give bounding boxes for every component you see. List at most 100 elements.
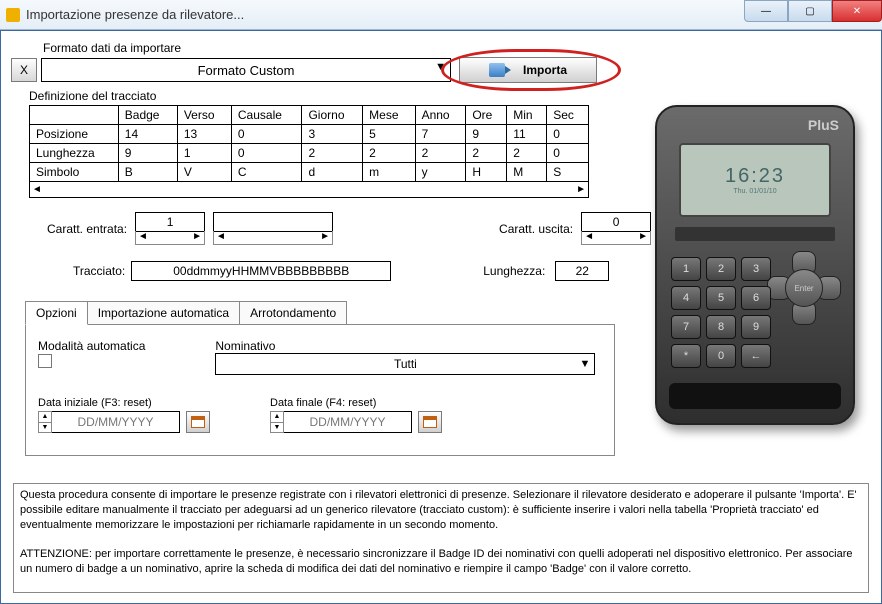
tracciato-table[interactable]: BadgeVersoCausaleGiornoMeseAnnoOreMinSec… <box>29 105 589 182</box>
data-finale-calendar-button[interactable] <box>418 411 442 433</box>
nominativo-select[interactable]: Tutti ▼ <box>215 353 595 375</box>
modalita-automatica-label: Modalità automatica <box>38 339 145 353</box>
table-cell[interactable]: H <box>466 163 507 182</box>
table-cell[interactable]: 11 <box>507 125 547 144</box>
table-cell[interactable]: 7 <box>415 125 466 144</box>
format-label: Formato dati da importare <box>43 41 871 55</box>
device-bar <box>675 227 835 241</box>
info-paragraph-2: ATTENZIONE: per importare correttamente … <box>20 547 862 577</box>
caratt-entrata-aux[interactable] <box>213 212 333 232</box>
tracciato-value: 00ddmmyyHHMMVBBBBBBBBB <box>131 261 391 281</box>
data-iniziale-calendar-button[interactable] <box>186 411 210 433</box>
table-cell[interactable]: 9 <box>118 144 177 163</box>
caratt-entrata-label: Caratt. entrata: <box>47 222 127 236</box>
chevron-down-icon: ▼ <box>580 358 591 370</box>
tab-arrotondamento[interactable]: Arrotondamento <box>239 301 347 325</box>
tab-importazione-automatica[interactable]: Importazione automatica <box>87 301 240 325</box>
device-key: 0 <box>706 344 736 368</box>
caratt-entrata-aux-scrollbar[interactable]: ◄► <box>213 231 333 245</box>
tracciato-label: Tracciato: <box>73 264 125 278</box>
device-keypad: 123456789*0← <box>671 257 771 368</box>
device-illustration: PluS 16:23 Thu. 01/01/10 Enter 123456789… <box>655 105 855 425</box>
caratt-entrata-scrollbar[interactable]: ◄► <box>135 231 205 245</box>
device-key: * <box>671 344 701 368</box>
device-screen: 16:23 Thu. 01/01/10 <box>679 143 831 217</box>
data-finale-input[interactable]: DD/MM/YYYY <box>284 411 412 433</box>
device-key: 2 <box>706 257 736 281</box>
table-cell[interactable]: 0 <box>231 144 302 163</box>
table-cell[interactable]: 5 <box>363 125 415 144</box>
table-cell[interactable]: 0 <box>547 125 589 144</box>
table-cell[interactable]: d <box>302 163 363 182</box>
tab-panel-opzioni: Modalità automatica Nominativo Tutti ▼ D… <box>25 324 615 456</box>
table-header: Sec <box>547 106 589 125</box>
device-key: 3 <box>741 257 771 281</box>
scroll-left-icon[interactable]: ◄ <box>32 184 42 195</box>
tab-opzioni[interactable]: Opzioni <box>25 301 88 325</box>
scroll-right-icon[interactable]: ► <box>576 184 586 195</box>
table-cell[interactable]: 13 <box>177 125 231 144</box>
caratt-uscita-scrollbar[interactable]: ◄► <box>581 231 651 245</box>
device-brand: PluS <box>808 117 839 133</box>
device-time: 16:23 <box>725 165 785 188</box>
table-cell[interactable]: 1 <box>177 144 231 163</box>
lunghezza-value: 22 <box>555 261 609 281</box>
device-date: Thu. 01/01/10 <box>733 188 776 195</box>
table-cell[interactable]: y <box>415 163 466 182</box>
table-header: Ore <box>466 106 507 125</box>
table-cell[interactable]: 2 <box>466 144 507 163</box>
table-cell[interactable]: B <box>118 163 177 182</box>
caratt-uscita-input[interactable]: 0 <box>581 212 651 232</box>
modalita-automatica-checkbox[interactable] <box>38 354 52 368</box>
data-finale-spinner[interactable]: ▲▼ <box>270 411 284 433</box>
device-nav: Enter <box>767 251 841 325</box>
close-button[interactable]: ✕ <box>832 0 882 22</box>
chevron-down-icon: ▼ <box>435 61 446 73</box>
table-cell[interactable]: 9 <box>466 125 507 144</box>
table-cell[interactable]: 2 <box>415 144 466 163</box>
table-header: Verso <box>177 106 231 125</box>
table-header: Badge <box>118 106 177 125</box>
table-header: Giorno <box>302 106 363 125</box>
table-cell[interactable]: V <box>177 163 231 182</box>
minimize-button[interactable]: — <box>744 0 788 22</box>
table-cell[interactable]: 0 <box>231 125 302 144</box>
title-bar: Importazione presenze da rilevatore... —… <box>0 0 882 30</box>
device-key: 7 <box>671 315 701 339</box>
import-button[interactable]: Importa <box>459 57 597 83</box>
caratt-entrata-input[interactable]: 1 <box>135 212 205 232</box>
table-cell[interactable]: 2 <box>302 144 363 163</box>
nominativo-value: Tutti <box>394 357 417 371</box>
tracciato-section-label: Definizione del tracciato <box>29 89 871 103</box>
table-row-label: Simbolo <box>30 163 119 182</box>
calendar-icon <box>191 416 205 428</box>
clear-format-button[interactable]: X <box>11 58 37 82</box>
device-key: 6 <box>741 286 771 310</box>
format-combo-value: Formato Custom <box>198 63 295 78</box>
data-iniziale-input[interactable]: DD/MM/YYYY <box>52 411 180 433</box>
device-card-slot <box>669 383 841 409</box>
table-cell[interactable]: 2 <box>507 144 547 163</box>
table-cell[interactable]: m <box>363 163 415 182</box>
info-textarea[interactable]: Questa procedura consente di importare l… <box>13 483 869 593</box>
table-cell[interactable]: S <box>547 163 589 182</box>
table-cell[interactable]: 2 <box>363 144 415 163</box>
table-cell[interactable]: 3 <box>302 125 363 144</box>
table-horizontal-scrollbar[interactable]: ◄ ► <box>29 182 589 198</box>
app-icon <box>6 8 20 22</box>
table-cell[interactable]: C <box>231 163 302 182</box>
device-key: ← <box>741 344 771 368</box>
table-cell[interactable]: M <box>507 163 547 182</box>
data-iniziale-label: Data iniziale (F3: reset) <box>38 397 210 409</box>
format-combo[interactable]: Formato Custom ▼ <box>41 58 451 82</box>
table-row-label: Posizione <box>30 125 119 144</box>
device-key: 1 <box>671 257 701 281</box>
table-cell[interactable]: 14 <box>118 125 177 144</box>
table-header: Anno <box>415 106 466 125</box>
table-cell[interactable]: 0 <box>547 144 589 163</box>
maximize-button[interactable]: ▢ <box>788 0 832 22</box>
data-iniziale-spinner[interactable]: ▲▼ <box>38 411 52 433</box>
device-key: 8 <box>706 315 736 339</box>
window-title: Importazione presenze da rilevatore... <box>26 7 244 22</box>
enter-button: Enter <box>785 269 823 307</box>
